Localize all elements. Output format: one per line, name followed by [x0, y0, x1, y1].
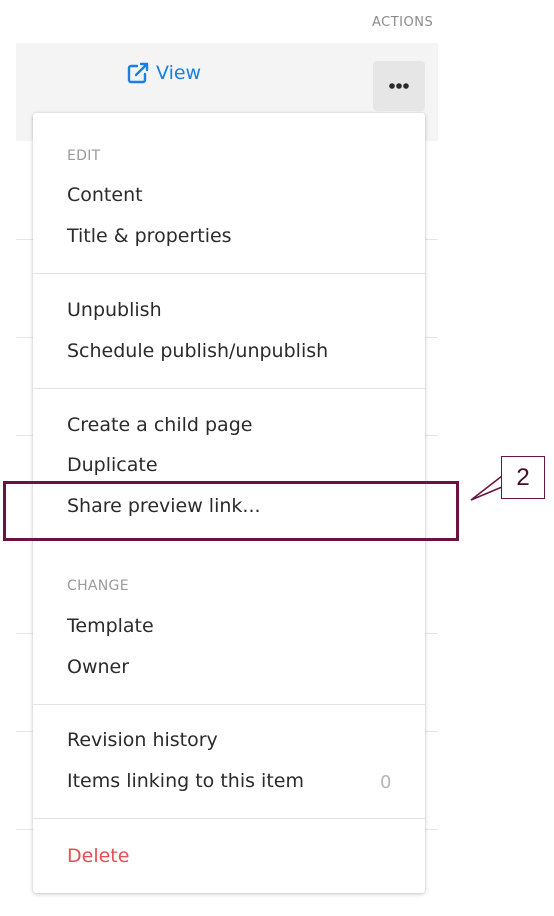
row-divider [424, 633, 438, 634]
menu-item-duplicate[interactable]: Duplicate [67, 454, 158, 476]
row-divider [16, 337, 34, 338]
actions-dropdown-menu: EDIT Content Title & properties Unpublis… [33, 113, 425, 893]
external-link-icon [126, 61, 150, 85]
menu-item-unpublish[interactable]: Unpublish [67, 299, 162, 321]
row-divider [424, 435, 438, 436]
menu-divider [33, 388, 425, 389]
row-divider [16, 435, 34, 436]
more-actions-button[interactable] [373, 61, 425, 111]
menu-item-owner[interactable]: Owner [67, 656, 129, 678]
row-divider [16, 633, 34, 634]
ellipsis-icon [388, 82, 410, 90]
menu-item-content[interactable]: Content [67, 184, 143, 206]
menu-item-create-child-page[interactable]: Create a child page [67, 414, 252, 436]
menu-item-title-properties[interactable]: Title & properties [67, 225, 232, 247]
menu-item-template[interactable]: Template [67, 615, 154, 637]
row-divider [424, 731, 438, 732]
annotation-callout-number: 2 [501, 456, 545, 499]
row-divider [16, 731, 34, 732]
menu-divider [33, 818, 425, 819]
menu-divider [33, 273, 425, 274]
row-divider [424, 337, 438, 338]
menu-item-delete[interactable]: Delete [67, 845, 129, 867]
menu-divider [33, 704, 425, 705]
change-section-label: CHANGE [67, 578, 129, 594]
row-divider [424, 829, 438, 830]
row-divider [424, 239, 438, 240]
edit-section-label: EDIT [67, 148, 101, 164]
menu-item-revision-history[interactable]: Revision history [67, 729, 218, 751]
menu-item-schedule-publish[interactable]: Schedule publish/unpublish [67, 340, 328, 362]
view-link[interactable]: View [126, 61, 201, 85]
row-divider [16, 239, 34, 240]
row-divider [16, 829, 34, 830]
menu-item-share-preview-link[interactable]: Share preview link... [67, 495, 261, 517]
menu-item-items-linking[interactable]: Items linking to this item [67, 770, 304, 792]
actions-column-header: ACTIONS [372, 15, 434, 30]
items-linking-count-badge: 0 [380, 772, 392, 793]
view-link-label: View [156, 62, 202, 84]
